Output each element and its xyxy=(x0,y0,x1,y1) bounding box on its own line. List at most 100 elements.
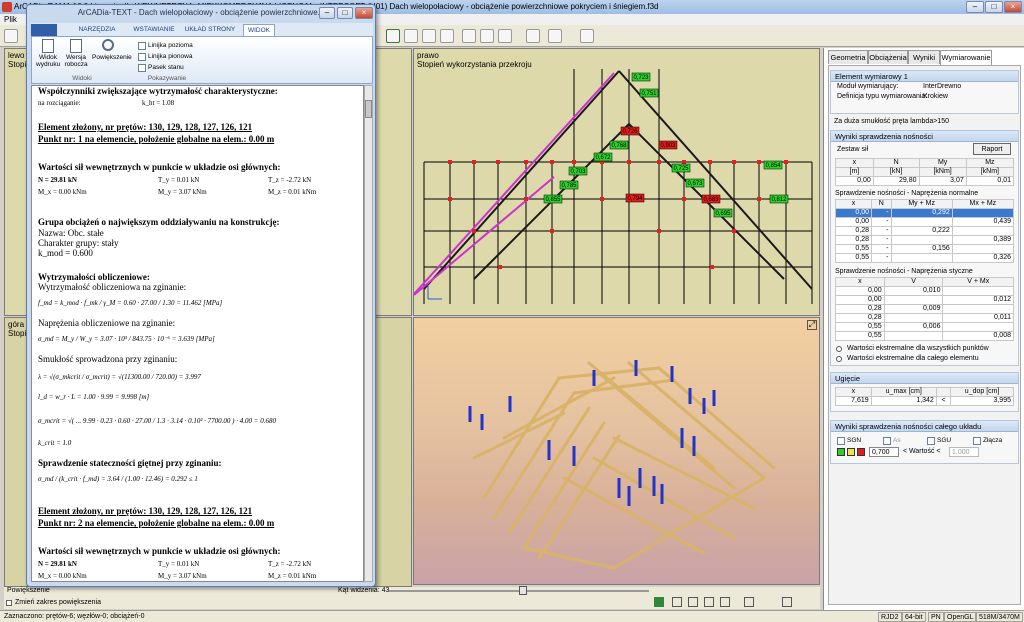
normal-row[interactable]: 0,28- 0,389 xyxy=(834,235,1015,245)
range-label: < Wartość < xyxy=(903,448,941,455)
doc-scroll-thumb[interactable] xyxy=(365,100,372,118)
radio-element-icon[interactable] xyxy=(836,356,842,362)
status-bar: Zaznaczono: prętów-6; węzłów-0; obciążeń… xyxy=(0,610,1024,622)
normal-head-cell: My + Mz xyxy=(890,199,953,209)
zoom-range-toggle[interactable]: Zmień zakres powiększenia xyxy=(6,599,101,606)
view-layout-icon[interactable] xyxy=(386,29,400,43)
col-mz: Mz xyxy=(965,158,1015,168)
shear-head-cell: V xyxy=(883,277,944,287)
doc-value: N = 29.81 kN xyxy=(38,560,77,568)
ok-color-swatch[interactable] xyxy=(837,448,845,456)
settings-icon[interactable] xyxy=(548,29,562,43)
sgu-checkbox[interactable]: SGU xyxy=(927,436,951,445)
normal-cell: - xyxy=(871,208,892,218)
ribbon-tab-view[interactable]: WIDOK xyxy=(243,24,275,36)
normal-row[interactable]: 0,55-0,156 xyxy=(834,244,1015,254)
shear-row[interactable]: 0,55 0,006 xyxy=(835,322,1014,332)
normal-cell: 0,28 xyxy=(834,235,873,245)
view-layout-3-icon[interactable] xyxy=(422,29,436,43)
zoom-button[interactable]: Powiększenie xyxy=(92,39,132,61)
radio-all-points[interactable]: Wartości ekstremalne dla wszystkich punk… xyxy=(831,344,1018,354)
normal-cell xyxy=(951,208,1015,218)
menu-file[interactable]: Plik xyxy=(4,15,17,24)
viewport-right-front[interactable]: prawo Stopień wykorzystania przekroju 0,… xyxy=(413,48,820,316)
radio-all-points-icon[interactable] xyxy=(836,346,842,352)
shear-table[interactable]: xVV + Mx 0,00 0,010 0,00 0,012 0,28 0,009 0,28 0… xyxy=(835,277,1014,341)
angle-slider-thumb[interactable] xyxy=(519,586,527,595)
tab-geometria[interactable]: Geometria xyxy=(828,50,868,64)
print-view-button[interactable]: Widok wydruku xyxy=(36,39,60,68)
text-maximize-button[interactable]: □ xyxy=(337,7,353,19)
view-layout-2-icon[interactable] xyxy=(404,29,418,43)
view-button-2[interactable] xyxy=(672,597,682,607)
view-button-4[interactable] xyxy=(704,597,714,607)
zoom-icon[interactable] xyxy=(498,29,512,43)
doc-formula: l_d = w_r · L = 1.00 · 9.99 = 9.998 [m] xyxy=(38,393,150,401)
lower-value-input[interactable]: 0,700 xyxy=(869,447,899,457)
err-color-swatch[interactable] xyxy=(857,448,865,456)
text-minimize-button[interactable]: – xyxy=(319,7,335,19)
ribbon-tab-layout[interactable]: UKŁAD STRONY xyxy=(181,24,239,36)
file-menu-button[interactable] xyxy=(31,24,57,36)
shear-cell: 0,55 xyxy=(835,322,885,332)
radio-element[interactable]: Wartości ekstremalne dla całego elementu xyxy=(831,354,1018,364)
shear-row[interactable]: 0,28 0,009 xyxy=(835,304,1014,314)
doc-line: Grupa obciążeń o największym oddziaływan… xyxy=(38,217,280,227)
view-button-6[interactable] xyxy=(744,597,754,607)
scale-label: Powiększenie xyxy=(7,587,50,594)
normal-head-cell: N xyxy=(871,199,892,209)
normal-row[interactable]: 0,00- 0,439 xyxy=(834,217,1015,227)
doc-value: T_y = 0.01 kN xyxy=(158,560,200,568)
view-layout-4-icon[interactable] xyxy=(440,29,454,43)
tab-wymiarowanie[interactable]: Wymiarowanie xyxy=(940,50,992,65)
maximize-button[interactable]: □ xyxy=(985,1,1003,13)
shear-row[interactable]: 0,28 0,011 xyxy=(835,313,1014,323)
viewport-top-label: góra xyxy=(8,320,25,329)
sgn-checkbox[interactable]: SGN xyxy=(837,436,861,445)
view-button-7[interactable] xyxy=(782,597,792,607)
zoom-range-checkbox[interactable] xyxy=(6,600,12,606)
tab-wyniki[interactable]: Wyniki xyxy=(908,50,940,64)
doc-scrollbar[interactable] xyxy=(364,85,373,582)
shear-row[interactable]: 0,00 0,010 xyxy=(835,286,1014,296)
shear-cell: 0,28 xyxy=(835,313,885,323)
view-button-1[interactable] xyxy=(654,597,664,607)
close-button[interactable]: × xyxy=(1004,1,1022,13)
as-checkbox[interactable]: As xyxy=(883,436,901,445)
text-close-button[interactable]: × xyxy=(355,7,373,19)
vertical-ruler-checkbox[interactable]: Linijka pionowa xyxy=(138,52,192,61)
normal-row[interactable]: 0,00-0,292 xyxy=(834,208,1015,218)
viewport-3d[interactable]: ⤢ xyxy=(413,317,820,585)
view-button-5[interactable] xyxy=(720,597,730,607)
upper-value-input[interactable]: 1,000 xyxy=(949,447,979,457)
zlacza-checkbox[interactable]: Złącza xyxy=(973,436,1002,445)
tools-icon[interactable] xyxy=(526,29,540,43)
normal-cell: 0,389 xyxy=(951,235,1015,245)
view-button-3[interactable] xyxy=(688,597,698,607)
shear-cell xyxy=(942,286,1014,296)
draft-view-button[interactable]: Wersja robocza xyxy=(64,39,88,68)
doc-value: M_y = 3.07 kNm xyxy=(158,572,207,580)
new-file-icon[interactable] xyxy=(4,29,18,43)
shear-row[interactable]: 0,55 0,008 xyxy=(835,331,1014,341)
rotate-icon[interactable] xyxy=(462,29,476,43)
normal-cell xyxy=(951,244,1015,254)
help-icon[interactable] xyxy=(580,29,594,43)
pan-icon[interactable] xyxy=(480,29,494,43)
doc-line: Wartości sił wewnętrznych w punkcie w uk… xyxy=(38,162,281,172)
tab-obciazenia[interactable]: Obciążenia xyxy=(868,50,908,64)
ribbon-tab-insert[interactable]: WSTAWIANIE xyxy=(131,24,177,36)
print-view-icon xyxy=(42,39,54,53)
raport-button[interactable]: Raport xyxy=(973,143,1011,155)
doc-heading: Element złożony, nr prętów: 130, 129, 12… xyxy=(38,506,253,516)
minimize-button[interactable]: – xyxy=(966,1,984,13)
normal-table[interactable]: x N My + Mz Mx + Mz 0,00-0,292 0,00-0,439 0,28… xyxy=(834,199,1015,263)
ribbon-tab-home[interactable]: NARZĘDZIA GŁÓWNE xyxy=(65,24,129,45)
shear-row[interactable]: 0,00 0,012 xyxy=(835,295,1014,305)
normal-row[interactable]: 0,28-0,222 xyxy=(834,226,1015,236)
warn-color-swatch[interactable] xyxy=(847,448,855,456)
normal-row[interactable]: 0,55- 0,326 xyxy=(834,253,1015,263)
report-document[interactable]: Współczynniki zwiększające wytrzymałość … xyxy=(31,85,364,582)
horizontal-ruler-checkbox[interactable]: Linijka pozioma xyxy=(138,41,193,50)
status-bar-checkbox[interactable]: Pasek stanu xyxy=(138,63,184,72)
